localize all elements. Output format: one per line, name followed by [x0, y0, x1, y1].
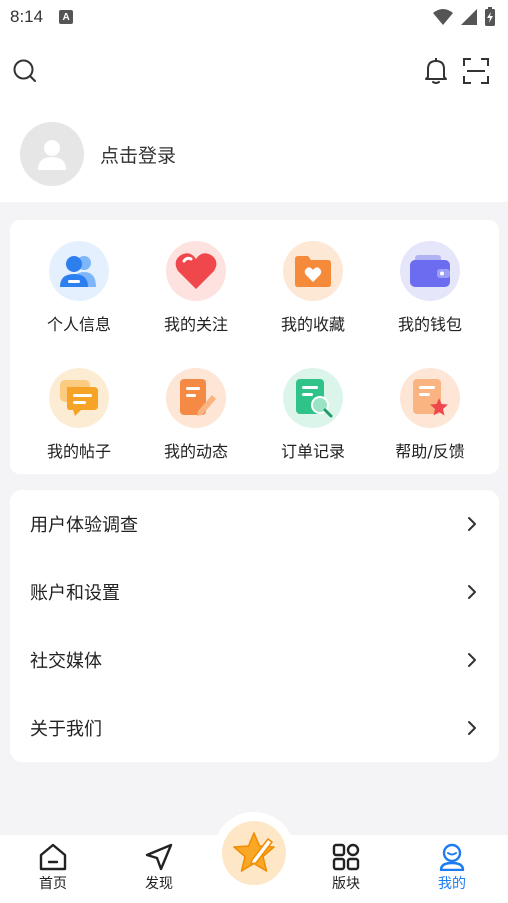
- search-icon[interactable]: [12, 58, 38, 84]
- header-section: 点击登录: [0, 34, 508, 202]
- grid-item-orders[interactable]: 订单记录: [258, 368, 368, 478]
- default-avatar-icon: [38, 140, 66, 170]
- grid-item-favorites[interactable]: 我的收藏: [258, 241, 368, 351]
- edit-doc-icon: [180, 379, 216, 416]
- order-search-icon: [296, 379, 333, 418]
- chevron-right-icon: [468, 653, 476, 667]
- menu-label: 关于我们: [30, 719, 102, 740]
- menu-label: 用户体验调查: [30, 515, 138, 536]
- menu-item-social-media[interactable]: 社交媒体: [10, 626, 499, 694]
- grid-label: 个人信息: [46, 315, 111, 334]
- grid-item-activity[interactable]: 我的动态: [141, 368, 251, 478]
- battery-icon: [485, 7, 495, 26]
- grid-label: 帮助/反馈: [395, 442, 465, 461]
- create-post-button[interactable]: [213, 812, 295, 894]
- grid-icon-bg: [49, 368, 109, 428]
- grid-label: 我的帖子: [46, 442, 111, 461]
- star-pen-icon: [233, 832, 275, 872]
- chevron-right-icon: [468, 517, 476, 531]
- menu-item-about-us[interactable]: 关于我们: [10, 694, 499, 762]
- wallet-icon: [410, 255, 450, 287]
- folder-heart-icon: [295, 256, 331, 287]
- chevron-right-icon: [468, 721, 476, 735]
- tab-sections[interactable]: 版块: [296, 835, 396, 903]
- bell-icon[interactable]: [424, 57, 448, 85]
- navigation-icon: [145, 843, 173, 871]
- tab-label: 我的: [438, 876, 466, 892]
- avatar[interactable]: [20, 122, 84, 186]
- shortcut-grid: 个人信息 我的关注 我的收藏 我的钱包 我的帖子 我的动态 订单记录 帮助/反馈: [10, 220, 499, 474]
- menu-label: 账户和设置: [30, 583, 120, 604]
- grid-item-posts[interactable]: 我的帖子: [24, 368, 134, 478]
- grid-label: 订单记录: [280, 442, 345, 461]
- heart-icon: [175, 253, 217, 289]
- grid-icon-bg: [400, 241, 460, 301]
- user-group-icon: [60, 256, 96, 287]
- grid-icon-bg: [49, 241, 109, 301]
- tab-discover[interactable]: 发现: [109, 835, 209, 903]
- grid-icon-bg: [166, 368, 226, 428]
- scan-icon[interactable]: [463, 58, 489, 84]
- signal-icon: [461, 9, 477, 25]
- status-icons: [432, 7, 496, 27]
- menu-label: 社交媒体: [30, 651, 102, 672]
- status-bar: 8:14 A: [0, 0, 508, 34]
- tab-home[interactable]: 首页: [3, 835, 103, 903]
- grid-label: 我的动态: [163, 442, 228, 461]
- grid-icon-bg: [283, 241, 343, 301]
- tab-mine[interactable]: 我的: [402, 835, 502, 903]
- grid-icon: [332, 843, 360, 871]
- tab-label: 发现: [145, 876, 173, 892]
- tab-label: 版块: [332, 876, 360, 892]
- grid-item-help-feedback[interactable]: 帮助/反馈: [375, 368, 485, 478]
- tab-label: 首页: [39, 876, 67, 892]
- status-a-badge: A: [59, 10, 74, 24]
- grid-label: 我的钱包: [397, 315, 462, 334]
- home-icon: [39, 843, 67, 871]
- grid-icon-bg: [283, 368, 343, 428]
- grid-item-personal-info[interactable]: 个人信息: [24, 241, 134, 351]
- doc-star-icon: [413, 379, 448, 416]
- menu-item-survey[interactable]: 用户体验调查: [10, 490, 499, 558]
- chevron-right-icon: [468, 585, 476, 599]
- grid-icon-bg: [166, 241, 226, 301]
- profile-icon: [439, 843, 465, 871]
- grid-label: 我的收藏: [280, 315, 345, 334]
- menu-item-account-settings[interactable]: 账户和设置: [10, 558, 499, 626]
- grid-item-following[interactable]: 我的关注: [141, 241, 251, 351]
- chat-icon: [60, 380, 98, 416]
- grid-item-wallet[interactable]: 我的钱包: [375, 241, 485, 351]
- wifi-icon: [433, 9, 453, 25]
- settings-menu: 用户体验调查 账户和设置 社交媒体 关于我们: [10, 490, 499, 762]
- grid-icon-bg: [400, 368, 460, 428]
- status-time: 8:14: [10, 7, 44, 26]
- grid-label: 我的关注: [163, 315, 228, 334]
- login-link[interactable]: 点击登录: [100, 141, 176, 168]
- create-post-inner: [222, 821, 286, 885]
